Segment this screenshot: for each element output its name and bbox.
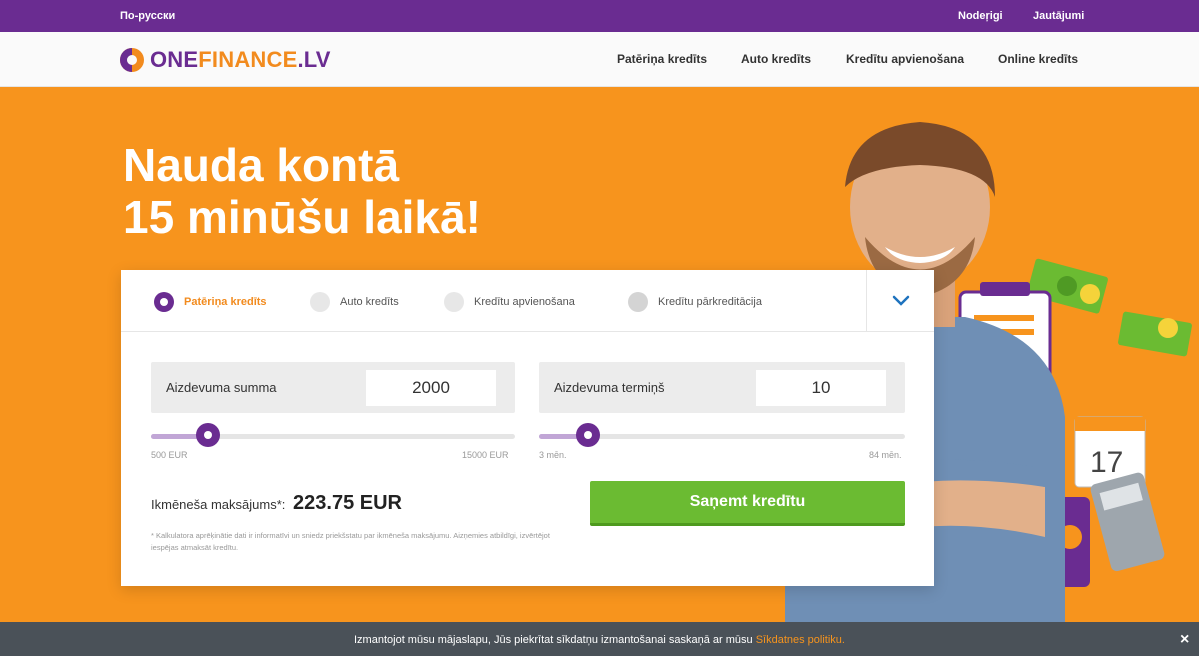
amount-max-label: 15000 EUR: [462, 450, 509, 460]
main-navigation: ONEFINANCE.LV Patēriņa kredīts Auto kred…: [0, 32, 1199, 87]
loan-amount-input[interactable]: [366, 370, 496, 406]
logo-text-one: ONE: [150, 47, 199, 72]
site-logo[interactable]: ONEFINANCE.LV: [120, 47, 331, 73]
get-credit-button[interactable]: Saņemt kredītu: [590, 481, 905, 526]
amount-min-label: 500 EUR: [151, 450, 188, 460]
cookie-text: Izmantojot mūsu mājaslapu, Jūs piekrītat…: [0, 634, 1199, 646]
tab-label: Kredītu pārkreditācija: [658, 296, 762, 308]
radio-icon: [154, 292, 174, 312]
tab-label: Patēriņa kredīts: [184, 296, 267, 308]
cookie-banner: Izmantojot mūsu mājaslapu, Jūs piekrītat…: [0, 622, 1199, 656]
nav-item-auto-credit[interactable]: Auto kredīts: [741, 52, 811, 66]
logo-icon: [120, 48, 144, 72]
register-link[interactable]: Nodeŗigi: [958, 10, 1003, 22]
slider-handle[interactable]: [195, 423, 220, 447]
top-bar: По-русски Nodeŗigi Jautājumi: [0, 0, 1199, 32]
loan-amount-field: Aizdevuma summa: [151, 362, 515, 413]
term-min-label: 3 mēn.: [539, 450, 567, 460]
monthly-payment-label: Ikmēneša maksājums*:: [151, 497, 286, 512]
hero-heading-line-2: 15 minūšu laikā!: [123, 191, 481, 243]
loan-calculator: Patēriņa kredīts Auto kredīts Kredītu ap…: [121, 270, 934, 586]
tab-credit-consolidation[interactable]: Kredītu apvienošana: [444, 292, 575, 312]
nav-item-online-credit[interactable]: Online kredīts: [998, 52, 1078, 66]
monthly-payment-value: 223.75 EUR: [293, 492, 402, 514]
faq-link[interactable]: Jautājumi: [1033, 10, 1084, 22]
expand-tabs-button[interactable]: [866, 270, 934, 332]
hero-heading-line-1: Nauda kontā: [123, 139, 400, 191]
radio-icon: [310, 292, 330, 312]
tab-auto-credit[interactable]: Auto kredīts: [310, 292, 399, 312]
language-switch-link[interactable]: По-русски: [120, 10, 175, 22]
loan-amount-label: Aizdevuma summa: [166, 380, 277, 395]
monthly-payment: Ikmēneša maksājums*: 223.75 EUR: [151, 492, 402, 515]
tab-label: Auto kredīts: [340, 296, 399, 308]
tab-consumer-credit[interactable]: Patēriņa kredīts: [154, 292, 267, 312]
slider-handle[interactable]: [576, 423, 601, 447]
cookie-policy-link[interactable]: Sīkdatnes politiku.: [756, 634, 845, 646]
radio-icon: [628, 292, 648, 312]
logo-text-finance: FINANCE: [198, 47, 298, 72]
nav-item-consumer-credit[interactable]: Patēriņa kredīts: [617, 52, 707, 66]
calculator-disclaimer: * Kalkulatora aprēķinātie dati ir inform…: [151, 531, 550, 552]
loan-term-label: Aizdevuma termiņš: [554, 380, 665, 395]
term-max-label: 84 mēn.: [869, 450, 902, 460]
nav-item-credit-consolidation[interactable]: Kredītu apvienošana: [846, 52, 964, 66]
tab-credit-refinancing[interactable]: Kredītu pārkreditācija: [628, 292, 762, 312]
loan-term-slider[interactable]: [539, 423, 905, 447]
loan-amount-slider[interactable]: [151, 423, 515, 447]
loan-type-tabs: Patēriņa kredīts Auto kredīts Kredītu ap…: [121, 270, 934, 332]
close-icon[interactable]: ×: [1180, 631, 1189, 649]
tab-label: Kredītu apvienošana: [474, 296, 575, 308]
hero-heading: Nauda kontā 15 minūšu laikā!: [123, 139, 481, 243]
radio-icon: [444, 292, 464, 312]
svg-text:17: 17: [1090, 446, 1123, 479]
loan-term-field: Aizdevuma termiņš: [539, 362, 905, 413]
logo-text: ONEFINANCE.LV: [150, 47, 331, 73]
loan-term-input[interactable]: [756, 370, 886, 406]
cookie-message: Izmantojot mūsu mājaslapu, Jūs piekrītat…: [354, 634, 756, 646]
logo-text-tld: .LV: [297, 47, 331, 72]
chevron-down-icon: [892, 295, 909, 306]
